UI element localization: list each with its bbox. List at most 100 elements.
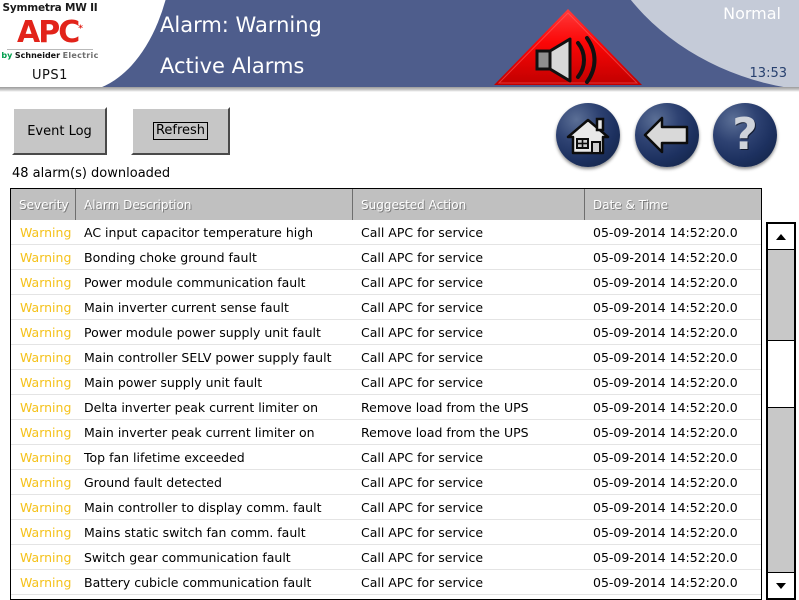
schneider-electric: Electric (62, 51, 99, 60)
table-row[interactable]: Warning Main power supply unit fault Call … (11, 370, 761, 395)
page-title-alarm-state: Alarm: Warning (160, 13, 322, 37)
cell-description: Top fan lifetime exceeded (84, 449, 245, 465)
apc-trademark-mark: * (78, 24, 83, 34)
table-row[interactable]: Warning Bonding choke ground fault Call AP… (11, 245, 761, 270)
cell-action: Call APC for service (361, 574, 484, 590)
alarms-table: Severity Alarm Description Suggested Act… (10, 188, 762, 600)
table-row[interactable]: Warning Top fan lifetime exceeded Call APC… (11, 445, 761, 470)
scrollbar-thumb[interactable] (767, 340, 795, 408)
cell-datetime: 05-09-2014 14:52:20.0 (593, 424, 738, 440)
cell-action: Call APC for service (361, 299, 484, 315)
table-body: Warning AC input capacitor temperature hi… (11, 220, 761, 599)
home-button[interactable] (556, 103, 620, 167)
table-row[interactable]: Warning Delta inverter peak current limit… (11, 395, 761, 420)
product-model-label: Symmetra MW II (2, 2, 98, 14)
cell-datetime: 05-09-2014 14:52:20.0 (593, 574, 738, 590)
cell-severity: Warning (20, 474, 72, 490)
header-bottom-bevel (0, 87, 799, 92)
cell-description: Power module power supply unit fault (84, 324, 321, 340)
cell-severity: Warning (20, 574, 72, 590)
cell-action: Call APC for service (361, 324, 484, 340)
table-row[interactable]: Warning Switch gear communication fault Ca… (11, 545, 761, 570)
event-log-button[interactable]: Event Log (12, 107, 107, 155)
cell-action: Call APC for service (361, 549, 484, 565)
table-row[interactable]: Warning AC input capacitor temperature hi… (11, 220, 761, 245)
cell-datetime: 05-09-2014 14:52:20.0 (593, 274, 738, 290)
back-arrow-icon (643, 116, 689, 154)
scroll-down-icon (776, 582, 786, 589)
table-row[interactable]: Warning Mains static switch fan comm. fau… (11, 520, 761, 545)
column-header-action[interactable]: Suggested Action (353, 189, 585, 220)
cell-description: Mains static switch fan comm. fault (84, 524, 306, 540)
table-row[interactable]: Warning Main controller SELV power supply… (11, 345, 761, 370)
cell-description: Switch gear communication fault (84, 549, 291, 565)
table-header-row: Severity Alarm Description Suggested Act… (11, 189, 761, 220)
column-header-description[interactable]: Alarm Description (76, 189, 353, 220)
cell-action: Call APC for service (361, 224, 484, 240)
cell-description: Ground fault detected (84, 474, 222, 490)
alarm-horn-icon (492, 7, 644, 87)
column-header-severity[interactable]: Severity (11, 189, 76, 220)
cell-description: AC input capacitor temperature high (84, 224, 314, 240)
cell-severity: Warning (20, 399, 72, 415)
cell-datetime: 05-09-2014 14:52:20.0 (593, 324, 738, 340)
brand-logo: Symmetra MW II APC* by Schneider Electri… (0, 0, 100, 88)
scroll-up-button[interactable] (767, 223, 795, 250)
help-button[interactable]: ? (713, 103, 777, 167)
cell-action: Remove load from the UPS (361, 399, 529, 415)
table-scrollbar[interactable] (766, 222, 796, 600)
home-icon (566, 117, 610, 155)
cell-severity: Warning (20, 224, 72, 240)
scroll-up-icon (776, 233, 786, 240)
app-header: Symmetra MW II APC* by Schneider Electri… (0, 0, 799, 92)
cell-datetime: 05-09-2014 14:52:20.0 (593, 349, 738, 365)
apc-logo-text: APC* (17, 14, 83, 48)
cell-datetime: 05-09-2014 14:52:20.0 (593, 224, 738, 240)
cell-description: Main power supply unit fault (84, 374, 263, 390)
cell-severity: Warning (20, 374, 72, 390)
refresh-button[interactable]: Refresh (131, 107, 230, 155)
cell-severity: Warning (20, 424, 72, 440)
scrollbar-track-upper[interactable] (767, 250, 795, 340)
question-mark-icon: ? (732, 109, 758, 160)
table-row[interactable]: Warning Main inverter peak current limite… (11, 420, 761, 445)
cell-action: Call APC for service (361, 274, 484, 290)
cell-datetime: 05-09-2014 14:52:20.0 (593, 474, 738, 490)
table-row[interactable]: Warning Power module communication fault C… (11, 270, 761, 295)
cell-action: Call APC for service (361, 249, 484, 265)
cell-description: Battery cubicle communication fault (84, 574, 312, 590)
cell-severity: Warning (20, 449, 72, 465)
cell-severity: Warning (20, 549, 72, 565)
cell-severity: Warning (20, 274, 72, 290)
cell-severity: Warning (20, 524, 72, 540)
scrollbar-track-lower[interactable] (767, 408, 795, 572)
ups-unit-label: UPS1 (32, 68, 68, 83)
scroll-down-button[interactable] (767, 572, 795, 599)
cell-datetime: 05-09-2014 14:52:20.0 (593, 549, 738, 565)
cell-datetime: 05-09-2014 14:52:20.0 (593, 449, 738, 465)
table-row[interactable]: Warning Main inverter current sense fault… (11, 295, 761, 320)
clock-time: 13:53 (749, 66, 787, 81)
table-row[interactable]: Warning Main controller to display comm. … (11, 495, 761, 520)
table-row[interactable]: Warning Power module power supply unit fa… (11, 320, 761, 345)
table-row[interactable]: Warning Battery cubicle communication fau… (11, 570, 761, 595)
cell-action: Call APC for service (361, 349, 484, 365)
cell-action: Call APC for service (361, 524, 484, 540)
refresh-button-label: Refresh (152, 122, 209, 140)
back-button[interactable] (635, 103, 699, 167)
cell-description: Power module communication fault (84, 274, 306, 290)
cell-action: Remove load from the UPS (361, 424, 529, 440)
table-row[interactable]: Warning Ground fault detected Call APC for… (11, 470, 761, 495)
status-badge: Normal (723, 4, 781, 23)
schneider-electric-label: by Schneider Electric (0, 51, 100, 60)
column-header-datetime[interactable]: Date & Time (585, 189, 761, 220)
schneider-name: Schneider (14, 51, 61, 60)
cell-datetime: 05-09-2014 14:52:20.0 (593, 249, 738, 265)
cell-action: Call APC for service (361, 449, 484, 465)
cell-severity: Warning (20, 349, 72, 365)
cell-datetime: 05-09-2014 14:52:20.0 (593, 399, 738, 415)
cell-datetime: 05-09-2014 14:52:20.0 (593, 499, 738, 515)
cell-datetime: 05-09-2014 14:52:20.0 (593, 299, 738, 315)
page-title: Active Alarms (160, 54, 305, 78)
cell-action: Call APC for service (361, 474, 484, 490)
